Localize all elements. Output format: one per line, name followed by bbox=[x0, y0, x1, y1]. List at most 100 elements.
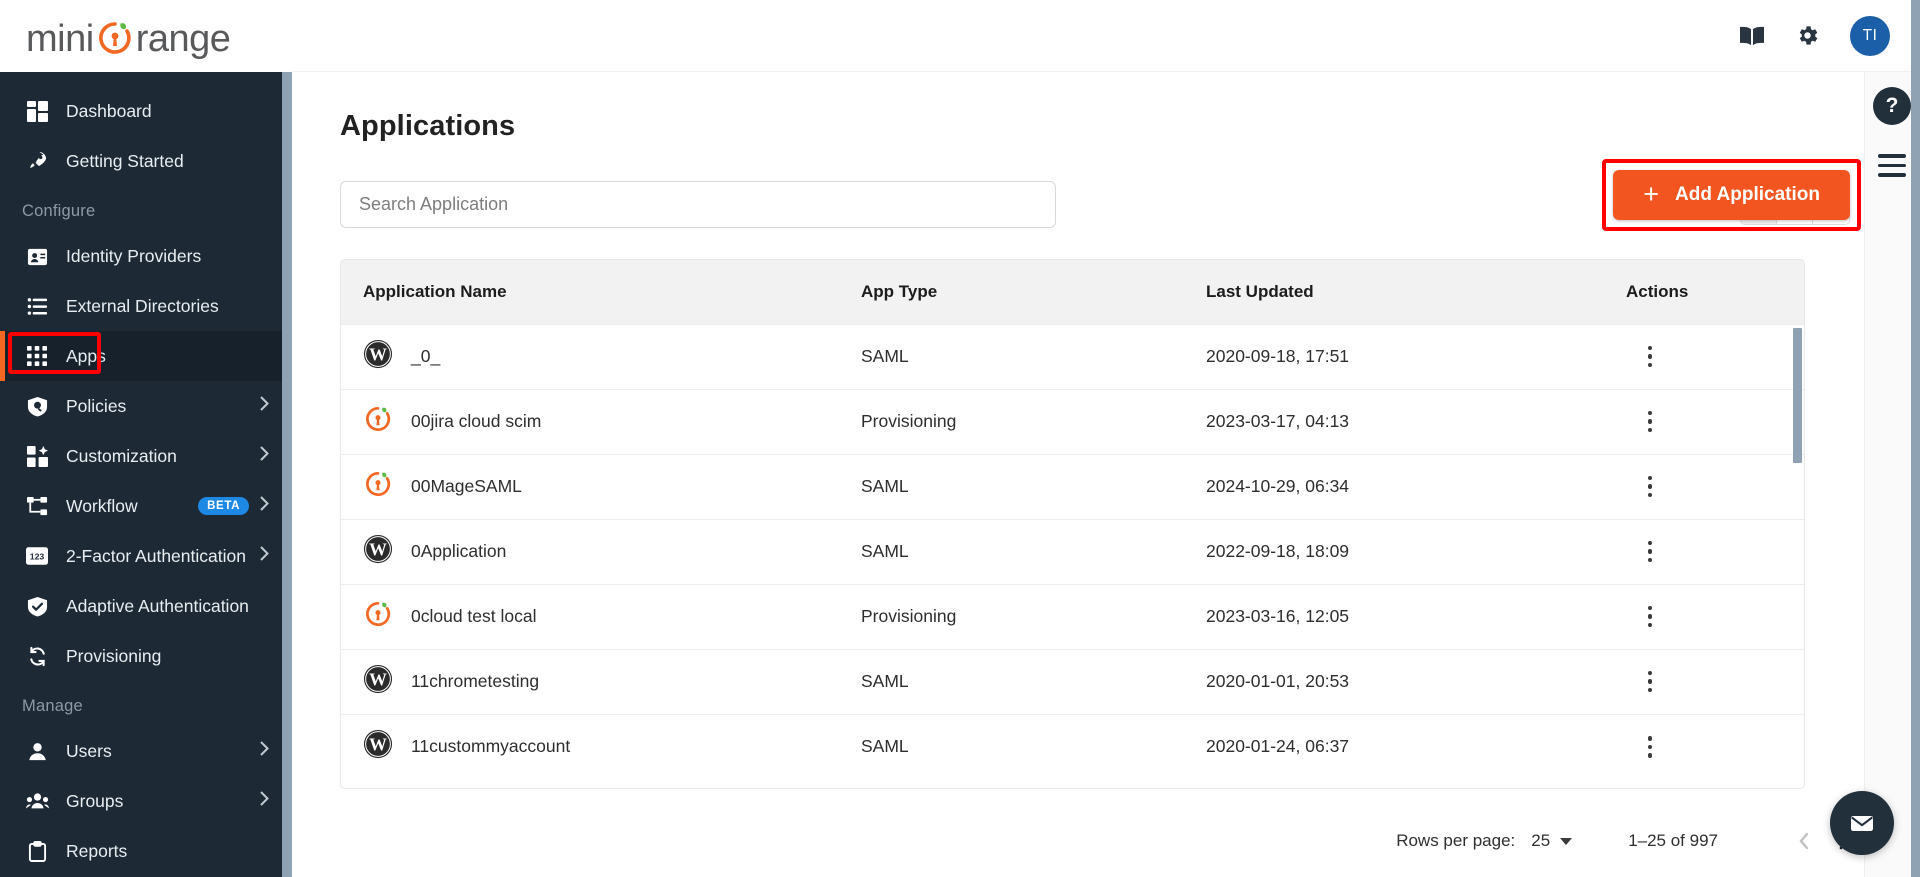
table-row[interactable]: W 0Application SAML 2022-09-18, 18:09 bbox=[341, 518, 1804, 584]
cell-application-name: W 11chrometesting bbox=[341, 648, 861, 714]
column-header-app-type[interactable]: App Type bbox=[861, 260, 1206, 324]
table-row[interactable]: W 11custommyaccount SAML 2020-01-24, 06:37 bbox=[341, 713, 1804, 779]
column-header-application-name[interactable]: Application Name bbox=[341, 260, 861, 324]
application-name-label: _0_ bbox=[411, 346, 441, 366]
add-application-button[interactable]: + Add Application bbox=[1613, 170, 1850, 220]
kebab-menu-icon[interactable] bbox=[1626, 540, 1653, 563]
table-row[interactable]: W _0_ SAML 2020-09-18, 17:51 bbox=[341, 323, 1804, 389]
cell-application-name: 0cloud test local bbox=[341, 583, 861, 649]
sidebar-item-policies[interactable]: Policies bbox=[0, 381, 292, 431]
sidebar-item-label: Users bbox=[66, 740, 112, 761]
cell-last-updated: 2023-03-17, 04:13 bbox=[1206, 388, 1626, 454]
sidebar-scrollbar[interactable] bbox=[282, 72, 292, 877]
sidebar-item-label: 2-Factor Authentication bbox=[66, 545, 246, 566]
kebab-menu-icon[interactable] bbox=[1626, 475, 1653, 498]
question-mark-icon[interactable]: ? bbox=[1873, 87, 1911, 125]
kebab-menu-icon[interactable] bbox=[1626, 670, 1653, 693]
hamburger-bar bbox=[1878, 154, 1906, 158]
content-area: Applications + Add Application bbox=[292, 72, 1920, 877]
table-row[interactable]: 00MageSAML SAML 2024-10-29, 06:34 bbox=[341, 453, 1804, 519]
application-name-label: 0Application bbox=[411, 541, 507, 561]
sidebar-item-workflow[interactable]: Workflow BETA bbox=[0, 481, 292, 531]
sidebar-item-identity-providers[interactable]: Identity Providers bbox=[0, 231, 292, 281]
rocket-icon bbox=[22, 150, 52, 172]
cell-last-updated: 2024-10-29, 06:34 bbox=[1206, 453, 1626, 519]
miniorange-keyhole-logo-icon bbox=[95, 18, 135, 58]
cell-app-type: SAML bbox=[861, 713, 1206, 779]
wordpress-icon: W bbox=[363, 729, 393, 764]
cell-app-type: Provisioning bbox=[861, 583, 1206, 649]
sidebar-item-reports[interactable]: Reports bbox=[0, 826, 292, 876]
table-head: Application Name App Type Last Updated A… bbox=[341, 260, 1804, 324]
sidebar-item-label: Groups bbox=[66, 790, 124, 811]
application-name-label: 0cloud test local bbox=[411, 606, 537, 626]
sidebar-item-label: Provisioning bbox=[66, 645, 162, 666]
rows-per-page-select[interactable]: 25 bbox=[1531, 831, 1573, 851]
application-name-label: 11custommyaccount bbox=[411, 736, 571, 757]
table-row[interactable]: 0cloud test local Provisioning 2023-03-16,… bbox=[341, 583, 1804, 649]
avatar[interactable]: TI bbox=[1850, 15, 1890, 56]
cell-last-updated: 2020-09-18, 17:51 bbox=[1206, 323, 1626, 389]
sidebar-item-label: Workflow bbox=[66, 495, 138, 516]
miniorange-icon bbox=[363, 469, 393, 504]
chevron-right-icon bbox=[259, 790, 270, 812]
book-icon[interactable] bbox=[1739, 25, 1765, 47]
sidebar-item-external-directories[interactable]: External Directories bbox=[0, 281, 292, 331]
cell-application-name: W 0Application bbox=[341, 518, 861, 584]
logo-text-range: range bbox=[135, 18, 231, 60]
sidebar-item-label: Getting Started bbox=[66, 150, 184, 171]
list-icon bbox=[22, 296, 52, 317]
customization-icon bbox=[22, 445, 52, 467]
rows-per-page-value: 25 bbox=[1531, 831, 1551, 850]
column-header-last-updated[interactable]: Last Updated bbox=[1206, 260, 1626, 324]
cell-app-type: SAML bbox=[861, 453, 1206, 519]
sidebar-nav: Dashboard Getting Started Configure Iden… bbox=[0, 72, 292, 876]
wordpress-icon: W bbox=[363, 534, 393, 569]
sidebar-item-dashboard[interactable]: Dashboard bbox=[0, 86, 292, 136]
hamburger-bar bbox=[1878, 173, 1906, 177]
kebab-menu-icon[interactable] bbox=[1626, 345, 1653, 368]
sidebar-item-2-factor-authentication[interactable]: 123 2-Factor Authentication bbox=[0, 531, 292, 581]
page-scrollbar[interactable] bbox=[1911, 0, 1920, 877]
envelope-icon[interactable] bbox=[1830, 791, 1894, 855]
id-card-icon bbox=[22, 246, 52, 267]
sidebar-item-provisioning[interactable]: Provisioning bbox=[0, 631, 292, 681]
main-area: TI Applications + A bbox=[292, 0, 1920, 877]
sidebar-item-users[interactable]: Users bbox=[0, 726, 292, 776]
sidebar-item-customization[interactable]: Customization bbox=[0, 431, 292, 481]
sync-icon bbox=[22, 646, 52, 667]
sidebar-item-label: Dashboard bbox=[66, 100, 152, 121]
kebab-menu-icon[interactable] bbox=[1626, 605, 1653, 628]
table-scrollbar-thumb[interactable] bbox=[1793, 328, 1802, 463]
kebab-menu-icon[interactable] bbox=[1626, 410, 1653, 433]
previous-page-button[interactable] bbox=[1784, 831, 1824, 851]
cell-last-updated: 2020-01-01, 20:53 bbox=[1206, 648, 1626, 714]
kebab-menu-icon[interactable] bbox=[1626, 736, 1653, 758]
sidebar-item-apps[interactable]: Apps bbox=[0, 331, 292, 381]
table-scrollbar[interactable] bbox=[1793, 326, 1802, 788]
sidebar-item-groups[interactable]: Groups bbox=[0, 776, 292, 826]
svg-text:W: W bbox=[369, 670, 387, 690]
table-row[interactable]: 00jira cloud scim Provisioning 2023-03-17,… bbox=[341, 388, 1804, 454]
clipboard-icon bbox=[22, 840, 52, 862]
sidebar-item-label: Adaptive Authentication bbox=[66, 595, 249, 616]
add-application-button-wrapper: + Add Application bbox=[1602, 159, 1861, 231]
search-input[interactable] bbox=[340, 181, 1056, 228]
cell-last-updated: 2022-09-18, 18:09 bbox=[1206, 518, 1626, 584]
table-row[interactable]: W 11chrometesting SAML 2020-01-01, 20:53 bbox=[341, 648, 1804, 714]
miniorange-logo: mini range bbox=[26, 14, 231, 60]
chevron-right-icon bbox=[259, 495, 270, 517]
applications-table-card: Application Name App Type Last Updated A… bbox=[340, 259, 1805, 789]
gear-icon[interactable] bbox=[1795, 23, 1820, 48]
hamburger-menu-icon[interactable] bbox=[1878, 154, 1906, 183]
cell-actions bbox=[1626, 583, 1804, 649]
numeric-123-icon: 123 bbox=[22, 547, 52, 565]
sidebar-item-getting-started[interactable]: Getting Started bbox=[0, 136, 292, 186]
sidebar-item-adaptive-authentication[interactable]: Adaptive Authentication bbox=[0, 581, 292, 631]
table-body: W _0_ SAML 2020-09-18, 17:51 00jira cloud sc… bbox=[341, 323, 1804, 779]
logo-area[interactable]: mini range bbox=[0, 0, 292, 72]
beta-badge: BETA bbox=[198, 497, 249, 515]
chevron-right-icon bbox=[259, 740, 270, 762]
cell-application-name: 00MageSAML bbox=[341, 453, 861, 519]
workflow-icon bbox=[22, 496, 52, 517]
